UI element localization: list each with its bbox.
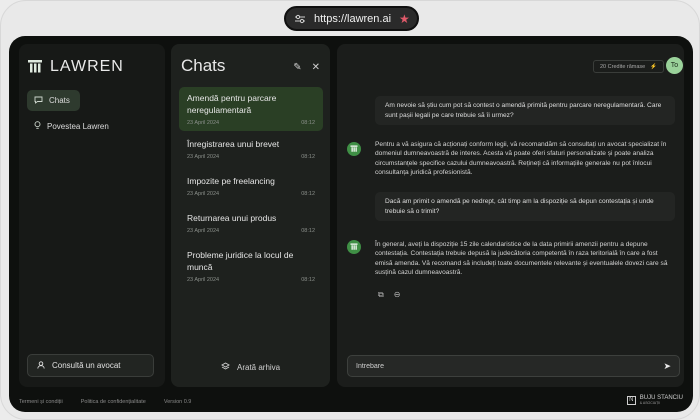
sidebar-item-label: Chats (49, 96, 70, 105)
user-message: Dacă am primit o amendă pe nedrept, cât … (375, 192, 675, 221)
partner-mark-icon: N (626, 395, 636, 405)
chat-date: 23 April 2024 (187, 277, 220, 283)
lawren-bot-icon (347, 142, 361, 156)
new-chat-edit-icon[interactable]: ✎ (293, 62, 301, 73)
show-archive-button[interactable]: Arată arhiva (221, 362, 280, 373)
chat-time: 08:12 (301, 154, 315, 160)
archive-label: Arată arhiva (237, 363, 281, 372)
partner-logo: N BUJU STANCIU & ASOCIAȚII (626, 395, 683, 405)
chat-date: 23 April 2024 (187, 154, 220, 160)
sidebar: LAWREN Chats Povestea Lawren Consultă un… (19, 44, 165, 387)
user-icon (37, 360, 45, 371)
chat-date: 23 April 2024 (187, 191, 220, 197)
send-icon[interactable]: ➤ (663, 361, 671, 372)
chat-date: 23 April 2024 (187, 228, 220, 234)
lightbulb-icon (34, 121, 41, 132)
chat-list-item[interactable]: Amendă pentru parcare neregulamentară 23… (179, 87, 323, 131)
consult-label: Consultă un avocat (52, 361, 121, 370)
question-input-box[interactable]: ➤ (347, 355, 680, 377)
assistant-message: Pentru a vă asigura că acționați conform… (375, 141, 667, 176)
credits-badge[interactable]: 20 Credite rămase ⚡ (593, 60, 665, 73)
lawren-bot-icon (347, 240, 361, 254)
chat-title: Probleme juridice la locul de muncă (187, 250, 294, 272)
chat-list-item[interactable]: Returnarea unui produs 23 April 2024 08:1… (179, 207, 323, 239)
logo[interactable]: LAWREN (27, 58, 124, 76)
lightning-icon: ⚡ (650, 63, 658, 70)
avatar[interactable]: To (666, 57, 683, 74)
chat-list-item[interactable]: Probleme juridice la locul de muncă 23 A… (179, 244, 323, 288)
chat-time: 08:12 (301, 191, 315, 197)
chat-time: 08:12 (301, 120, 315, 126)
conversation-panel: 20 Credite rămase ⚡ To Am nevoie să știu… (337, 44, 684, 387)
sidebar-item-chats[interactable]: Chats (27, 90, 80, 111)
logo-text: LAWREN (50, 58, 124, 75)
chat-title: Înregistrarea unui brevet (187, 139, 280, 149)
partner-sub: & ASOCIAȚII (639, 401, 661, 405)
bookmark-star-icon[interactable]: ★ (399, 12, 410, 26)
chat-time: 08:12 (301, 277, 315, 283)
version-text: Version 0.9 (163, 398, 192, 405)
url-bar[interactable]: https://lawren.ai ★ (284, 6, 419, 31)
chat-date: 23 April 2024 (187, 120, 220, 126)
user-message: Am nevoie să știu cum pot să contest o a… (375, 96, 675, 125)
dislike-icon[interactable]: ⊖ (394, 290, 401, 300)
chat-title: Returnarea unui produs (187, 213, 277, 223)
terms-link[interactable]: Termeni și condiții (19, 399, 63, 405)
credits-text: 20 Credite rămase (600, 63, 646, 70)
chats-panel: Chats ✎ ✕ Amendă pentru parcare neregula… (171, 44, 330, 387)
browser-frame: https://lawren.ai ★ LAWREN Chats Poveste… (0, 0, 700, 420)
chat-title: Amendă pentru parcare neregulamentară (187, 93, 277, 115)
copy-icon[interactable]: ⧉ (378, 290, 384, 300)
chats-title: Chats (181, 56, 226, 75)
layers-icon (221, 362, 230, 373)
chat-list-item[interactable]: Impozite pe freelancing 23 April 2024 08:… (179, 170, 323, 202)
chat-title: Impozite pe freelancing (187, 176, 275, 186)
close-icon[interactable]: ✕ (312, 62, 320, 73)
chat-list-item[interactable]: Înregistrarea unui brevet 23 April 2024 0… (179, 133, 323, 165)
assistant-message: În general, aveți la dispoziție 15 zile … (375, 241, 668, 276)
footer: Termeni și condiții Politica de confiden… (9, 391, 693, 412)
app-screen: LAWREN Chats Povestea Lawren Consultă un… (9, 36, 693, 412)
url-text[interactable]: https://lawren.ai (314, 13, 391, 25)
sidebar-item-label: Povestea Lawren (47, 122, 109, 131)
privacy-link[interactable]: Politica de confidențialitate (81, 399, 146, 405)
question-input[interactable] (356, 362, 664, 370)
site-settings-icon[interactable] (294, 13, 306, 25)
pillar-logo-icon (28, 60, 42, 73)
chat-bubble-icon (34, 96, 43, 106)
sidebar-item-povestea-lawren[interactable]: Povestea Lawren (27, 116, 116, 137)
chat-time: 08:12 (301, 228, 315, 234)
consult-lawyer-button[interactable]: Consultă un avocat (27, 354, 154, 377)
